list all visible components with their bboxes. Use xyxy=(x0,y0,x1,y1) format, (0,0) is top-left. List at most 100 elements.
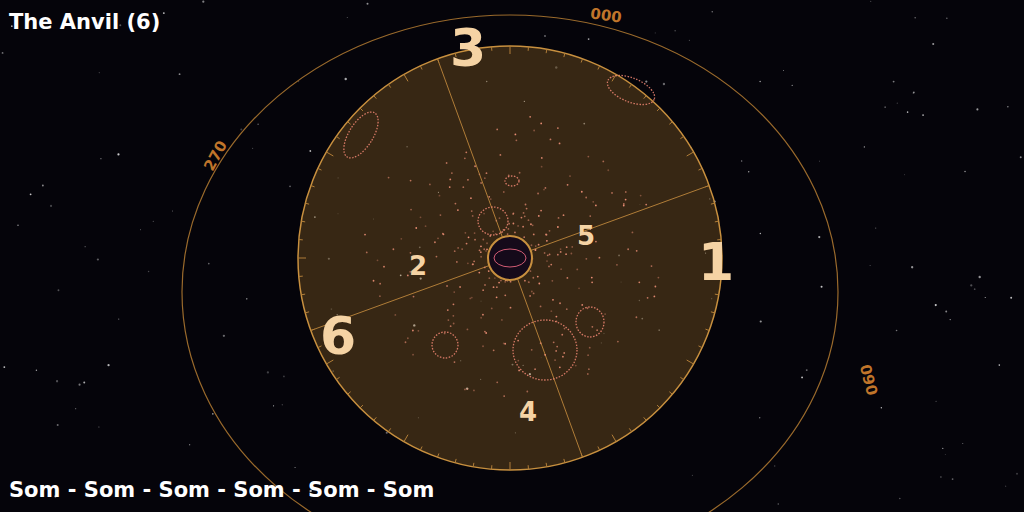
star xyxy=(117,153,119,155)
star xyxy=(75,408,76,409)
star xyxy=(976,108,978,110)
star xyxy=(806,369,808,371)
star xyxy=(655,32,656,33)
star xyxy=(979,276,981,278)
star xyxy=(741,160,742,161)
star xyxy=(246,298,247,299)
star xyxy=(945,311,947,313)
star xyxy=(870,1,871,2)
star xyxy=(1010,297,1012,299)
star xyxy=(881,407,882,408)
star xyxy=(774,465,776,467)
star xyxy=(970,284,972,286)
star xyxy=(212,413,214,415)
star xyxy=(998,364,1000,366)
star xyxy=(1020,156,1022,158)
star xyxy=(911,266,913,268)
star xyxy=(748,171,749,172)
star xyxy=(913,91,915,93)
star xyxy=(818,236,820,238)
star xyxy=(163,12,165,14)
star xyxy=(783,70,785,72)
star xyxy=(778,503,779,504)
star xyxy=(946,17,947,18)
body-label[interactable]: 4 xyxy=(519,397,537,427)
orbit-ring[interactable] xyxy=(603,70,658,111)
star xyxy=(189,444,190,445)
body-list: Som - Som - Som - Som - Som - Som xyxy=(0,478,1024,512)
star xyxy=(692,475,693,476)
star xyxy=(118,318,119,319)
star xyxy=(935,304,937,306)
star xyxy=(711,11,713,13)
star xyxy=(240,129,242,131)
star xyxy=(98,72,100,74)
orbit-ring[interactable] xyxy=(576,307,604,337)
star xyxy=(139,229,141,231)
crosshair-line xyxy=(437,59,582,457)
bearing-label: 000 xyxy=(589,4,623,26)
star xyxy=(952,478,954,480)
star xyxy=(588,38,590,40)
orbit-ring[interactable] xyxy=(478,207,508,235)
orbit-ring[interactable] xyxy=(513,320,577,380)
bearing-label: 270 xyxy=(200,138,231,174)
star xyxy=(98,426,100,428)
system-title: The Anvil (6) xyxy=(0,0,1024,34)
body-label[interactable]: 6 xyxy=(320,306,356,366)
star xyxy=(942,448,943,449)
star xyxy=(869,265,871,267)
orbit-ring[interactable] xyxy=(505,176,519,186)
star xyxy=(760,320,762,322)
star xyxy=(78,384,80,386)
star xyxy=(148,271,149,272)
star xyxy=(2,52,4,54)
outer-ring xyxy=(182,15,838,512)
bearing-label: 090 xyxy=(856,363,881,398)
body-label[interactable]: 2 xyxy=(409,251,427,281)
star xyxy=(17,224,19,226)
star xyxy=(792,85,793,86)
star xyxy=(294,467,295,468)
orrery-map[interactable]: 000 270 090 3 1 6 2 5 4 xyxy=(0,0,1024,512)
star xyxy=(645,80,647,82)
star xyxy=(801,376,803,378)
star xyxy=(153,221,154,222)
system-map-screen: 000 270 090 3 1 6 2 5 4 The Anvil (6) Som - Som … xyxy=(0,0,1024,512)
star xyxy=(257,124,258,125)
star xyxy=(84,246,85,247)
orbit-ring[interactable] xyxy=(432,332,458,358)
body-label[interactable]: 3 xyxy=(450,18,486,78)
star xyxy=(58,289,60,291)
star xyxy=(974,288,976,290)
star xyxy=(759,417,761,419)
star xyxy=(202,1,204,3)
body-label[interactable]: 1 xyxy=(698,232,734,292)
star xyxy=(100,158,101,159)
star xyxy=(309,150,311,152)
star xyxy=(674,30,675,31)
star xyxy=(907,111,909,113)
body-label[interactable]: 5 xyxy=(577,221,595,251)
star xyxy=(922,114,924,116)
star xyxy=(56,380,58,382)
orbit-disk xyxy=(298,46,722,470)
star xyxy=(819,160,821,162)
star xyxy=(899,498,900,499)
star xyxy=(345,78,347,80)
star xyxy=(273,405,274,406)
star xyxy=(985,297,986,298)
star-icon[interactable] xyxy=(488,236,532,280)
star xyxy=(759,81,761,83)
star xyxy=(897,103,898,104)
star xyxy=(544,35,546,37)
star xyxy=(760,233,761,234)
star xyxy=(57,424,59,426)
star xyxy=(42,185,44,187)
star xyxy=(83,382,85,384)
star xyxy=(50,205,52,207)
orbit-ring[interactable] xyxy=(337,107,385,164)
star xyxy=(663,83,665,85)
star xyxy=(1007,106,1009,108)
star xyxy=(688,39,690,41)
